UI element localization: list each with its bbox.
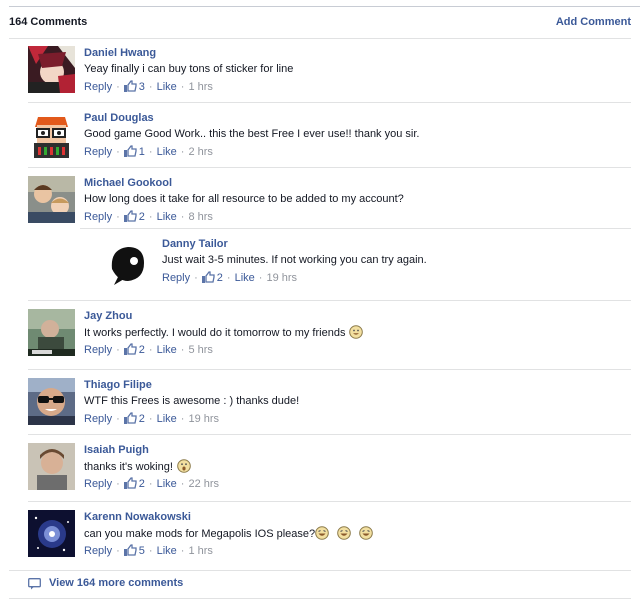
timestamp[interactable]: 1 hrs (188, 545, 212, 557)
header-divider (9, 38, 631, 39)
more-divider (9, 570, 631, 571)
silhouette-avatar-icon[interactable] (104, 239, 151, 286)
reply-link[interactable]: Reply (84, 146, 112, 158)
like-count[interactable]: 5 (139, 545, 145, 557)
reply-link[interactable]: Reply (162, 272, 190, 284)
thumbs-up-icon[interactable] (123, 210, 137, 222)
comment-actions: Reply · 2 · Like · 5 hrs (84, 343, 213, 356)
like-count[interactable]: 2 (139, 413, 145, 425)
like-link[interactable]: Like (157, 478, 177, 490)
timestamp[interactable]: 22 hrs (188, 478, 219, 490)
like-link[interactable]: Like (157, 146, 177, 158)
top-border (9, 6, 640, 7)
commenter-name[interactable]: Paul Douglas (84, 111, 631, 127)
comment-text: It works perfectly. I would do it tomorr… (84, 327, 346, 339)
like-count[interactable]: 1 (139, 146, 145, 158)
timestamp[interactable]: 5 hrs (188, 344, 212, 356)
emoji-group (315, 526, 373, 541)
thumbs-up-icon[interactable] (123, 80, 137, 92)
divider (28, 369, 631, 370)
like-count[interactable]: 2 (139, 344, 145, 356)
comment-text: Yeay finally i can buy tons of sticker f… (84, 63, 294, 75)
reply-link[interactable]: Reply (84, 478, 112, 490)
comment-actions: Reply · 2 · Like · 19 hrs (162, 271, 298, 284)
sunglasses-avatar-icon[interactable] (28, 378, 75, 425)
view-more-comments-link[interactable]: View 164 more comments (49, 577, 183, 589)
comment-actions: Reply · 3 · Like · 1 hrs (84, 80, 213, 93)
like-count[interactable]: 2 (217, 272, 223, 284)
comment-count: 164 Comments (9, 16, 88, 28)
thumbs-up-icon[interactable] (123, 412, 137, 424)
comment-text: can you make mods for Megapolis IOS plea… (84, 528, 316, 540)
timestamp[interactable]: 19 hrs (266, 272, 297, 284)
commenter-name[interactable]: Danny Tailor (162, 237, 631, 253)
comment-text: Just wait 3-5 minutes. If not working yo… (162, 254, 427, 266)
thumbs-up-icon[interactable] (123, 145, 137, 157)
divider (28, 167, 631, 168)
comment-actions: Reply · 2 · Like · 8 hrs (84, 210, 213, 223)
add-comment-link[interactable]: Add Comment (556, 16, 631, 28)
divider (80, 228, 631, 229)
reply-link[interactable]: Reply (84, 81, 112, 93)
timestamp[interactable]: 19 hrs (188, 413, 219, 425)
like-link[interactable]: Like (235, 272, 255, 284)
timestamp[interactable]: 8 hrs (188, 211, 212, 223)
timestamp[interactable]: 2 hrs (188, 146, 212, 158)
commenter-name[interactable]: Thiago Filipe (84, 378, 631, 394)
like-link[interactable]: Like (157, 81, 177, 93)
comment-text: WTF this Frees is awesome : ) thanks dud… (84, 395, 300, 407)
bottom-divider (9, 598, 631, 599)
comment-actions: Reply · 2 · Like · 19 hrs (84, 412, 220, 425)
reply-link[interactable]: Reply (84, 413, 112, 425)
photo-avatar-icon[interactable] (28, 309, 75, 356)
comment-text: Good game Good Work.. this the best Free… (84, 128, 420, 140)
comments-header: 164 Comments Add Comment (9, 16, 631, 34)
commenter-name[interactable]: Daniel Hwang (84, 46, 631, 62)
reply-link[interactable]: Reply (84, 211, 112, 223)
commenter-name[interactable]: Karenn Nowakowski (84, 510, 631, 526)
reply-link[interactable]: Reply (84, 545, 112, 557)
like-count[interactable]: 2 (139, 478, 145, 490)
divider (28, 300, 631, 301)
comment-actions: Reply · 5 · Like · 1 hrs (84, 544, 213, 557)
anime-avatar-icon[interactable] (28, 46, 75, 93)
commenter-name[interactable]: Isaiah Puigh (84, 443, 631, 459)
comment-text-row: It works perfectly. I would do it tomorr… (84, 325, 631, 343)
comment-actions: Reply · 2 · Like · 22 hrs (84, 477, 220, 490)
like-link[interactable]: Like (157, 211, 177, 223)
laugh-emoji-icon (359, 526, 373, 540)
divider (28, 102, 631, 103)
thumbs-up-icon[interactable] (123, 477, 137, 489)
like-count[interactable]: 2 (139, 211, 145, 223)
like-link[interactable]: Like (157, 545, 177, 557)
commenter-name[interactable]: Michael Gookool (84, 176, 631, 192)
thumbs-up-icon[interactable] (123, 544, 137, 556)
smile-emoji-icon (349, 325, 364, 339)
nerd-avatar-icon[interactable] (28, 111, 75, 158)
reply-link[interactable]: Reply (84, 344, 112, 356)
comment-text-row: can you make mods for Megapolis IOS plea… (84, 526, 631, 544)
divider (28, 501, 631, 502)
thumbs-up-icon[interactable] (123, 343, 137, 355)
laugh-emoji-icon (337, 526, 351, 540)
timestamp[interactable]: 1 hrs (188, 81, 212, 93)
portrait-avatar-icon[interactable] (28, 443, 75, 490)
comment-text: How long does it take for all resource t… (84, 193, 404, 205)
thumbs-up-icon[interactable] (201, 271, 215, 283)
commenter-name[interactable]: Jay Zhou (84, 309, 631, 325)
like-link[interactable]: Like (157, 344, 177, 356)
comment-actions: Reply · 1 · Like · 2 hrs (84, 145, 213, 158)
divider (28, 434, 631, 435)
comment-text: thanks it's woking! (84, 461, 173, 473)
comment-text-row: thanks it's woking! (84, 459, 631, 477)
wow-emoji-icon (177, 459, 191, 473)
family-photo-avatar-icon[interactable] (28, 176, 75, 223)
like-count[interactable]: 3 (139, 81, 145, 93)
like-link[interactable]: Like (157, 413, 177, 425)
laugh-emoji-icon (315, 526, 329, 540)
galaxy-avatar-icon[interactable] (28, 510, 75, 557)
comment-bubble-icon (28, 578, 41, 590)
